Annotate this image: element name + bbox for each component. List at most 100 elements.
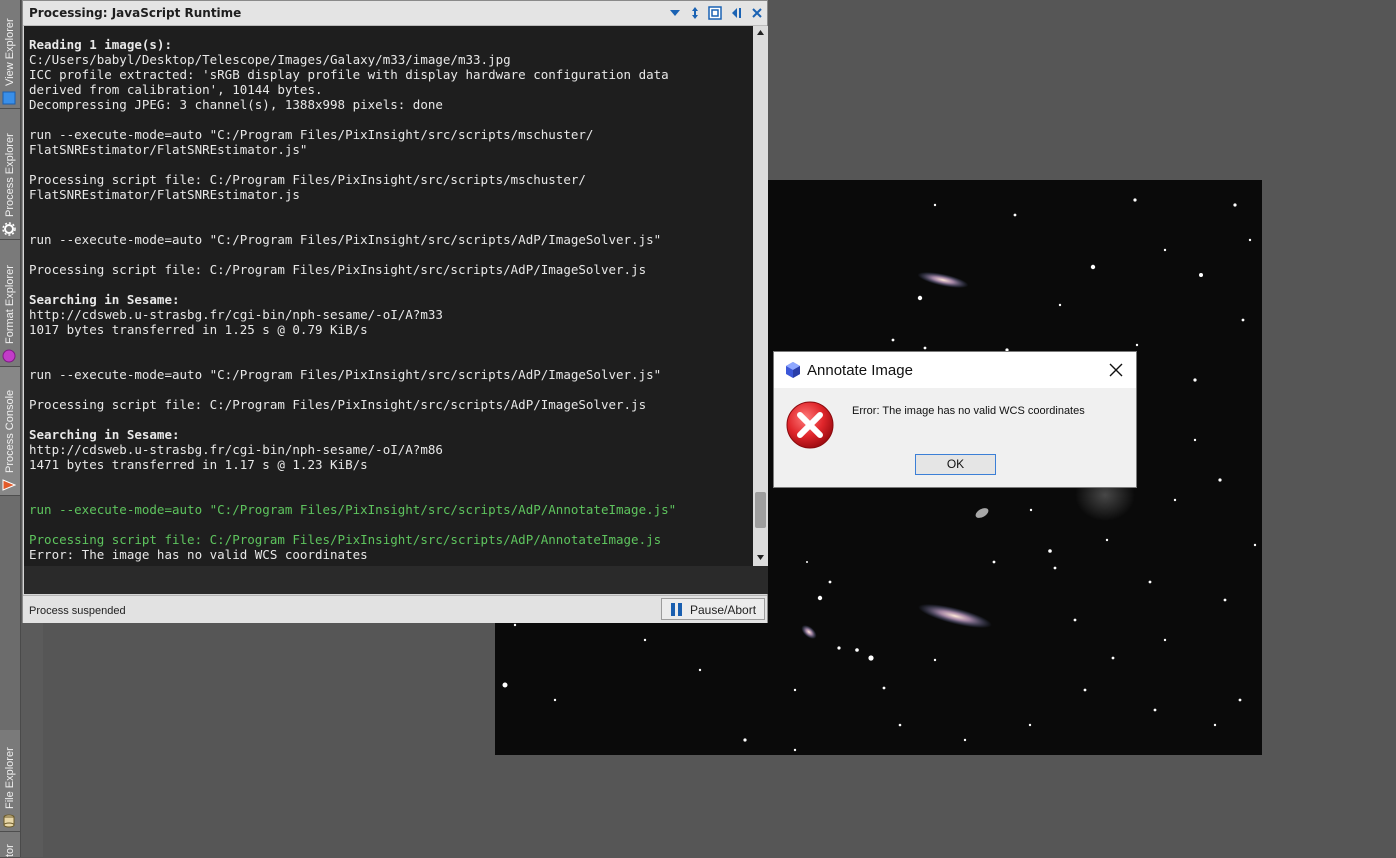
star: [1153, 708, 1157, 712]
console-line: FlatSNREstimator/FlatSNREstimator.js": [29, 142, 308, 157]
console-input-strip: [24, 566, 768, 594]
console-line: http://cdsweb.u-strasbg.fr/cgi-bin/nph-s…: [29, 442, 443, 457]
star: [643, 638, 647, 642]
console-line: Processing script file: C:/Program Files…: [29, 262, 647, 277]
console-line: run --execute-mode=auto "C:/Program File…: [29, 232, 662, 247]
tab-label: View Explorer: [4, 18, 16, 86]
star: [963, 738, 967, 742]
tab-process-console[interactable]: Process Console: [0, 367, 20, 496]
console-line: Searching in Sesame:: [29, 292, 180, 307]
side-tab-strip: View Explorer Process Explorer Format Ex…: [0, 0, 21, 858]
star: [933, 203, 937, 207]
console-line: 1017 bytes transferred in 1.25 s @ 0.79 …: [29, 322, 368, 337]
star: [806, 561, 808, 563]
console-line: Error: The image has no valid WCS coordi…: [29, 547, 368, 562]
star: [1058, 303, 1062, 307]
tab-label: Process Console: [4, 389, 16, 473]
star: [992, 560, 996, 564]
status-bar: Process suspended Pause/Abort: [23, 595, 767, 623]
star: [1083, 688, 1087, 692]
console-line: 1471 bytes transferred in 1.17 s @ 1.23 …: [29, 457, 368, 472]
console-line: FlatSNREstimator/FlatSNREstimator.js: [29, 187, 300, 202]
star: [698, 668, 702, 672]
close-icon[interactable]: [1107, 361, 1125, 379]
star: [1248, 238, 1252, 242]
star: [1028, 723, 1032, 727]
maximize-icon[interactable]: [708, 6, 722, 20]
star: [1233, 203, 1237, 207]
dock-left-icon[interactable]: [729, 6, 743, 20]
scroll-down-icon[interactable]: [756, 554, 765, 561]
star: [1173, 498, 1177, 502]
console-line: http://cdsweb.u-strasbg.fr/cgi-bin/nph-s…: [29, 307, 443, 322]
console-line: Decompressing JPEG: 3 channel(s), 1388x9…: [29, 97, 443, 112]
console-triangle-icon: [2, 479, 16, 491]
star: [868, 655, 874, 661]
star: [513, 623, 517, 627]
close-icon[interactable]: [750, 6, 764, 20]
star: [891, 338, 895, 342]
star: [793, 748, 797, 752]
star: [1218, 478, 1222, 482]
console-scrollbar[interactable]: [753, 26, 768, 566]
pause-abort-button[interactable]: Pause/Abort: [661, 598, 765, 620]
star: [1238, 698, 1242, 702]
star: [1199, 273, 1203, 277]
star: [793, 688, 797, 692]
console-line: ICC profile extracted: 'sRGB display pro…: [29, 67, 669, 82]
annotate-image-dialog: Annotate Image Error: The image has no v…: [773, 351, 1137, 488]
star: [1013, 213, 1017, 217]
star: [837, 646, 841, 650]
scroll-thumb[interactable]: [755, 492, 766, 528]
tab-file-explorer[interactable]: File Explorer: [0, 730, 20, 832]
dialog-titlebar[interactable]: Annotate Image: [774, 352, 1136, 388]
tab-process-explorer[interactable]: Process Explorer: [0, 109, 20, 240]
console-line: Processing script file: C:/Program Files…: [29, 172, 586, 187]
star: [1223, 598, 1227, 602]
console-line: Searching in Sesame:: [29, 427, 180, 442]
tab-view-explorer[interactable]: View Explorer: [0, 0, 20, 109]
vertical-resize-icon[interactable]: [688, 6, 702, 20]
star: [1073, 618, 1077, 622]
console-titlebar[interactable]: Processing: JavaScript Runtime: [23, 1, 767, 26]
star: [828, 580, 832, 584]
tab-format-explorer[interactable]: Format Explorer: [0, 240, 20, 367]
ok-button[interactable]: OK: [915, 454, 996, 475]
tab-partial[interactable]: tor: [0, 832, 20, 858]
console-line: derived from calibration', 10144 bytes.: [29, 82, 323, 97]
star: [743, 738, 747, 742]
star: [553, 698, 557, 702]
error-x-icon: [786, 401, 834, 449]
star: [1163, 638, 1167, 642]
console-line: run --execute-mode=auto "C:/Program File…: [29, 367, 662, 382]
collapse-down-icon[interactable]: [668, 6, 682, 20]
star: [1053, 566, 1057, 570]
star: [923, 346, 927, 350]
console-output[interactable]: Reading 1 image(s): C:/Users/babyl/Deskto…: [24, 26, 753, 566]
console-title: Processing: JavaScript Runtime: [29, 6, 242, 20]
star: [1163, 248, 1167, 252]
star: [502, 682, 508, 688]
star: [1213, 723, 1217, 727]
dialog-message: Error: The image has no valid WCS coordi…: [852, 405, 1085, 417]
console-line: Processing script file: C:/Program Files…: [29, 397, 647, 412]
star: [1253, 543, 1257, 547]
file-cylinder-icon: [3, 814, 15, 828]
gear-icon: [2, 222, 16, 236]
format-circle-icon: [2, 349, 16, 363]
star: [1241, 318, 1245, 322]
scroll-up-icon[interactable]: [756, 29, 765, 36]
console-line: Reading 1 image(s):: [29, 37, 172, 52]
star: [1148, 580, 1152, 584]
star: [855, 648, 859, 652]
console-line: C:/Users/babyl/Desktop/Telescope/Images/…: [29, 52, 511, 67]
tab-label: File Explorer: [4, 747, 16, 809]
star: [1111, 656, 1115, 660]
console-line: Processing script file: C:/Program Files…: [29, 532, 662, 547]
